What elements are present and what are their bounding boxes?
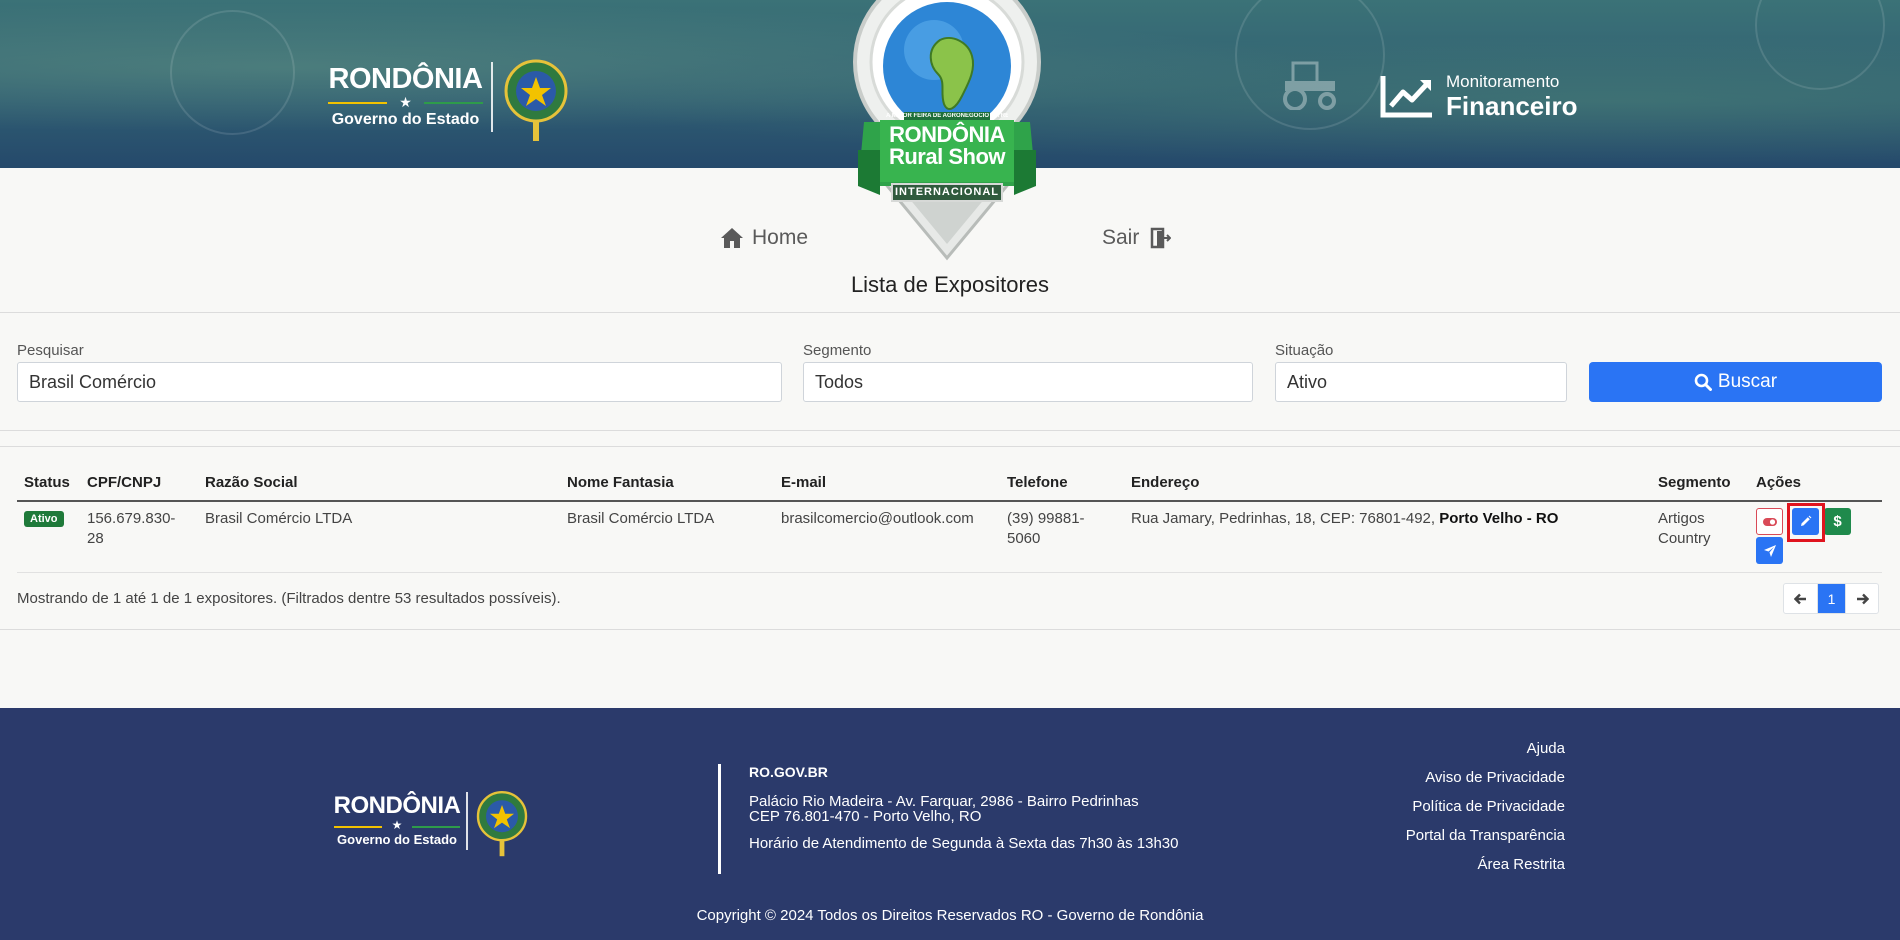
results-summary: Mostrando de 1 até 1 de 1 expositores. (… (17, 590, 561, 607)
decorative-circle (170, 10, 295, 135)
nav-sair-link[interactable]: Sair (1102, 226, 1172, 250)
financial-button[interactable]: $ (1824, 508, 1851, 535)
col-header-telefone: Telefone (1007, 474, 1068, 491)
toggle-status-button[interactable] (1756, 508, 1783, 535)
monitor-big-label: Financeiro (1446, 91, 1578, 121)
cell-endereco: Rua Jamary, Pedrinhas, 18, CEP: 76801-49… (1131, 509, 1558, 529)
cell-razao-social: Brasil Comércio LTDA (205, 510, 353, 527)
filters-divider (0, 430, 1900, 431)
title-divider (0, 312, 1900, 313)
content-bottom-divider (0, 629, 1900, 630)
decorative-circle (1755, 0, 1885, 90)
col-header-email: E-mail (781, 474, 827, 491)
monitor-small-label: Monitoramento (1446, 72, 1560, 91)
nav-sair-label: Sair (1102, 226, 1140, 249)
situation-label: Situação (1275, 342, 1334, 359)
footer-address-line2: CEP 76.801-470 - Porto Velho, RO (749, 808, 982, 825)
event-tagline: A MAIOR FEIRA DE AGRONEGÓCIO DA REGIÃO N… (886, 113, 1008, 119)
situation-select[interactable]: Ativo (1275, 362, 1567, 402)
footer-link-politica-privacidade[interactable]: Política de Privacidade (1406, 792, 1565, 821)
col-header-segmento: Segmento (1658, 474, 1731, 491)
rondonia-rural-show-logo[interactable]: A MAIOR FEIRA DE AGRONEGÓCIO DA REGIÃO N… (822, 0, 1072, 262)
col-header-cpf-cnpj: CPF/CNPJ (87, 474, 162, 491)
footer: RONDÔNIA ★ Governo do Estado RO.GOV.BR P… (0, 708, 1900, 940)
footer-address: Palácio Rio Madeira - Av. Farquar, 2986 … (749, 794, 1139, 824)
footer-hours: Horário de Atendimento de Segunda à Sext… (749, 835, 1179, 852)
cell-segmento: Artigos Country (1658, 510, 1711, 547)
cell-cpf-cnpj: 156.679.830-28 (87, 510, 176, 547)
cell-endereco-street: Rua Jamary, Pedrinhas, 18, CEP: 76801-49… (1131, 510, 1436, 527)
cell-email: brasilcomercio@outlook.com (781, 510, 974, 527)
search-icon (1694, 373, 1712, 391)
logo-divider (491, 62, 493, 132)
footer-site: RO.GOV.BR (749, 764, 828, 780)
col-header-nome-fantasia: Nome Fantasia (567, 474, 674, 491)
footer-link-ajuda[interactable]: Ajuda (1406, 734, 1565, 763)
footer-link-aviso-privacidade[interactable]: Aviso de Privacidade (1406, 763, 1565, 792)
search-input[interactable]: Brasil Comércio (17, 362, 782, 402)
chart-line-icon (1380, 76, 1432, 118)
nav-home-label: Home (752, 226, 809, 249)
page-1-button[interactable]: 1 (1817, 584, 1845, 613)
door-exit-icon (1151, 227, 1172, 249)
arrow-right-icon (1856, 593, 1869, 604)
cell-telefone: (39) 99881-5060 (1007, 510, 1085, 547)
governo-logo-title: RONDÔNIA (328, 63, 483, 95)
row-divider (17, 572, 1882, 573)
event-name-line1: RONDÔNIA (889, 122, 1005, 147)
edit-button-highlight (1787, 503, 1825, 542)
dollar-icon: $ (1833, 513, 1842, 530)
table-header-rule (17, 500, 1882, 502)
buscar-button[interactable]: Buscar (1589, 362, 1882, 402)
footer-address-line1: Palácio Rio Madeira - Av. Farquar, 2986 … (749, 793, 1139, 810)
event-name-line2: Rural Show (888, 144, 1006, 169)
footer-copyright: Copyright © 2024 Todos os Direitos Reser… (696, 907, 1204, 924)
footer-logo-subtitle: Governo do Estado (337, 832, 457, 847)
col-header-acoes: Ações (1756, 474, 1802, 491)
event-edition: INTERNACIONAL (894, 186, 1000, 198)
table-top-divider (0, 446, 1900, 447)
prev-page-button[interactable] (1784, 584, 1817, 613)
tractor-icon (1283, 61, 1336, 110)
send-button[interactable] (1756, 537, 1783, 564)
footer-link-area-restrita[interactable]: Área Restrita (1406, 850, 1565, 879)
buscar-label: Buscar (1717, 371, 1778, 392)
footer-divider (718, 764, 721, 874)
paper-plane-icon (1763, 544, 1776, 557)
star-icon: ★ (328, 95, 483, 109)
footer-coat-of-arms-icon (476, 791, 528, 857)
governo-logo-subtitle: Governo do Estado (331, 111, 480, 128)
nav-home-link[interactable]: Home (720, 226, 808, 250)
footer-star-icon: ★ (334, 819, 460, 831)
next-page-button[interactable] (1845, 584, 1878, 613)
cell-endereco-city: Porto Velho - RO (1439, 510, 1559, 527)
col-header-status: Status (24, 474, 70, 491)
col-header-razao-social: Razão Social (205, 474, 298, 491)
cell-nome-fantasia: Brasil Comércio LTDA (567, 510, 715, 527)
footer-link-portal-transparencia[interactable]: Portal da Transparência (1406, 821, 1565, 850)
footer-logo-title: RONDÔNIA (333, 792, 461, 819)
segment-select[interactable]: Todos (803, 362, 1253, 402)
home-icon (721, 228, 743, 248)
pagination: 1 (1783, 583, 1879, 614)
coat-of-arms-icon (504, 59, 568, 141)
toggle-off-icon (1762, 517, 1777, 526)
governo-logo[interactable]: RONDÔNIA ★ Governo do Estado (328, 52, 571, 142)
footer-links: Ajuda Aviso de Privacidade Política de P… (1406, 734, 1565, 879)
col-header-endereco: Endereço (1131, 474, 1200, 491)
monitoramento-financeiro-link[interactable]: Monitoramento Financeiro (1380, 72, 1577, 120)
footer-governo-logo[interactable]: RONDÔNIA ★ Governo do Estado (334, 781, 530, 861)
page-title: Lista de Expositores (850, 272, 1050, 297)
arrow-left-icon (1794, 593, 1806, 604)
segment-label: Segmento (803, 342, 872, 359)
status-badge: Ativo (24, 511, 64, 527)
search-label: Pesquisar (17, 342, 84, 359)
footer-logo-divider (466, 792, 468, 850)
